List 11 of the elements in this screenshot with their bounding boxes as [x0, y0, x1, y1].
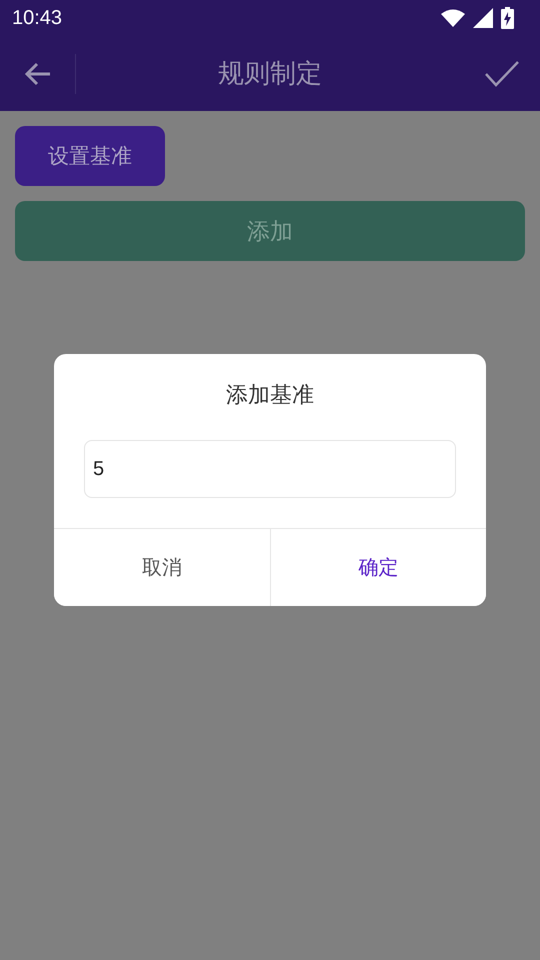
input-field[interactable]: 5 — [84, 440, 456, 498]
check-icon — [485, 60, 519, 86]
battery-charging-icon — [501, 7, 514, 29]
set-baseline-button[interactable]: 设置基准 — [15, 126, 165, 186]
ok-button[interactable]: 确定 — [270, 529, 486, 606]
signal-icon — [473, 8, 493, 28]
page-title: 规则制定 — [217, 58, 323, 91]
wifi-icon — [441, 9, 465, 27]
status-time: 10:43 — [12, 6, 62, 30]
dialog-title: 添加基准 — [225, 382, 315, 410]
back-arrow-icon — [24, 62, 52, 86]
